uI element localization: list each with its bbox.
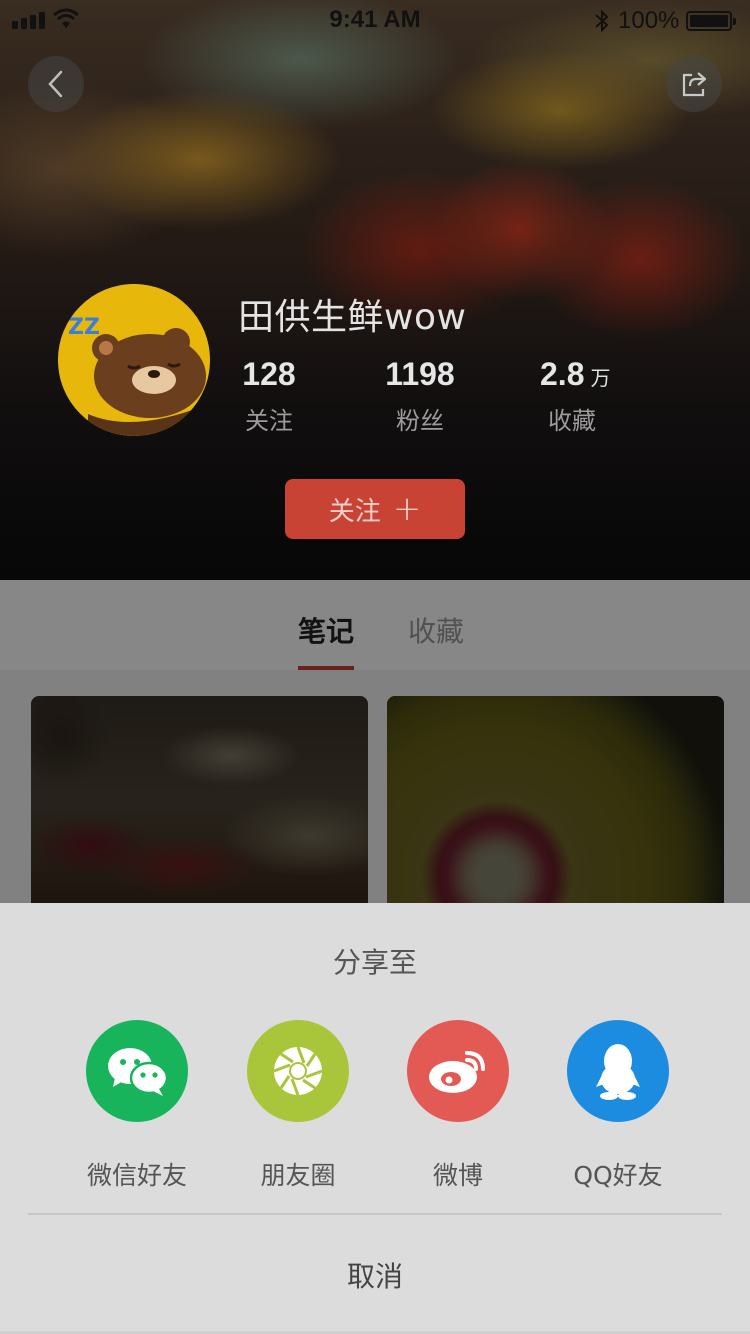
share-wechat-label: 微信好友 — [86, 1161, 187, 1190]
share-button[interactable] — [666, 56, 722, 112]
followers-count: 1198 — [385, 356, 455, 392]
qq-icon — [567, 1020, 669, 1122]
favorites-unit: 万 — [590, 366, 611, 390]
favorites-stat[interactable]: 2.8 万 收藏 — [540, 356, 630, 436]
follow-button[interactable]: 关注 + — [285, 479, 465, 539]
share-moments-label: 朋友圈 — [260, 1161, 336, 1190]
bluetooth-icon — [595, 9, 609, 33]
battery-icon — [686, 11, 736, 31]
plus-icon: + — [392, 489, 422, 529]
profile-header: 9:41 AM 100% ZZ 田供生鲜wow 128 关注 1198 粉丝 2… — [0, 0, 750, 580]
share-sheet-title: 分享至 — [332, 946, 417, 979]
share-icon — [682, 72, 707, 97]
share-qq-label: QQ好友 — [573, 1161, 663, 1190]
chevron-left-icon — [48, 70, 63, 98]
bear-sleeping-avatar: ZZ — [58, 284, 210, 436]
following-label: 关注 — [245, 407, 293, 435]
back-button[interactable] — [28, 56, 84, 112]
battery-percent: 100% — [618, 7, 680, 34]
status-bar: 9:41 AM 100% — [0, 0, 750, 40]
share-weibo-button[interactable]: 微博 — [378, 1020, 538, 1192]
following-stat[interactable]: 128 关注 — [236, 356, 302, 436]
follow-button-label: 关注 — [328, 496, 381, 527]
share-sheet-divider — [28, 1213, 722, 1215]
cancel-button[interactable]: 取消 — [0, 1233, 750, 1317]
share-moments-button[interactable]: 朋友圈 — [218, 1020, 378, 1192]
moments-icon — [247, 1020, 349, 1122]
share-weibo-label: 微博 — [432, 1161, 483, 1190]
share-sheet: 分享至 微信好友 朋友圈 微博 QQ好友 取消 — [0, 903, 750, 1334]
share-wechat-button[interactable]: 微信好友 — [57, 1020, 217, 1192]
avatar[interactable]: ZZ — [58, 284, 210, 436]
following-count: 128 — [242, 356, 296, 392]
weibo-icon — [407, 1020, 509, 1122]
favorites-label: 收藏 — [548, 407, 596, 435]
favorites-count: 2.8 — [540, 356, 585, 392]
username: 田供生鲜wow — [238, 297, 467, 338]
svg-text:ZZ: ZZ — [68, 315, 100, 340]
wechat-icon — [86, 1020, 188, 1122]
share-qq-button[interactable]: QQ好友 — [538, 1020, 698, 1192]
followers-label: 粉丝 — [396, 407, 444, 435]
followers-stat[interactable]: 1198 粉丝 — [382, 356, 458, 436]
